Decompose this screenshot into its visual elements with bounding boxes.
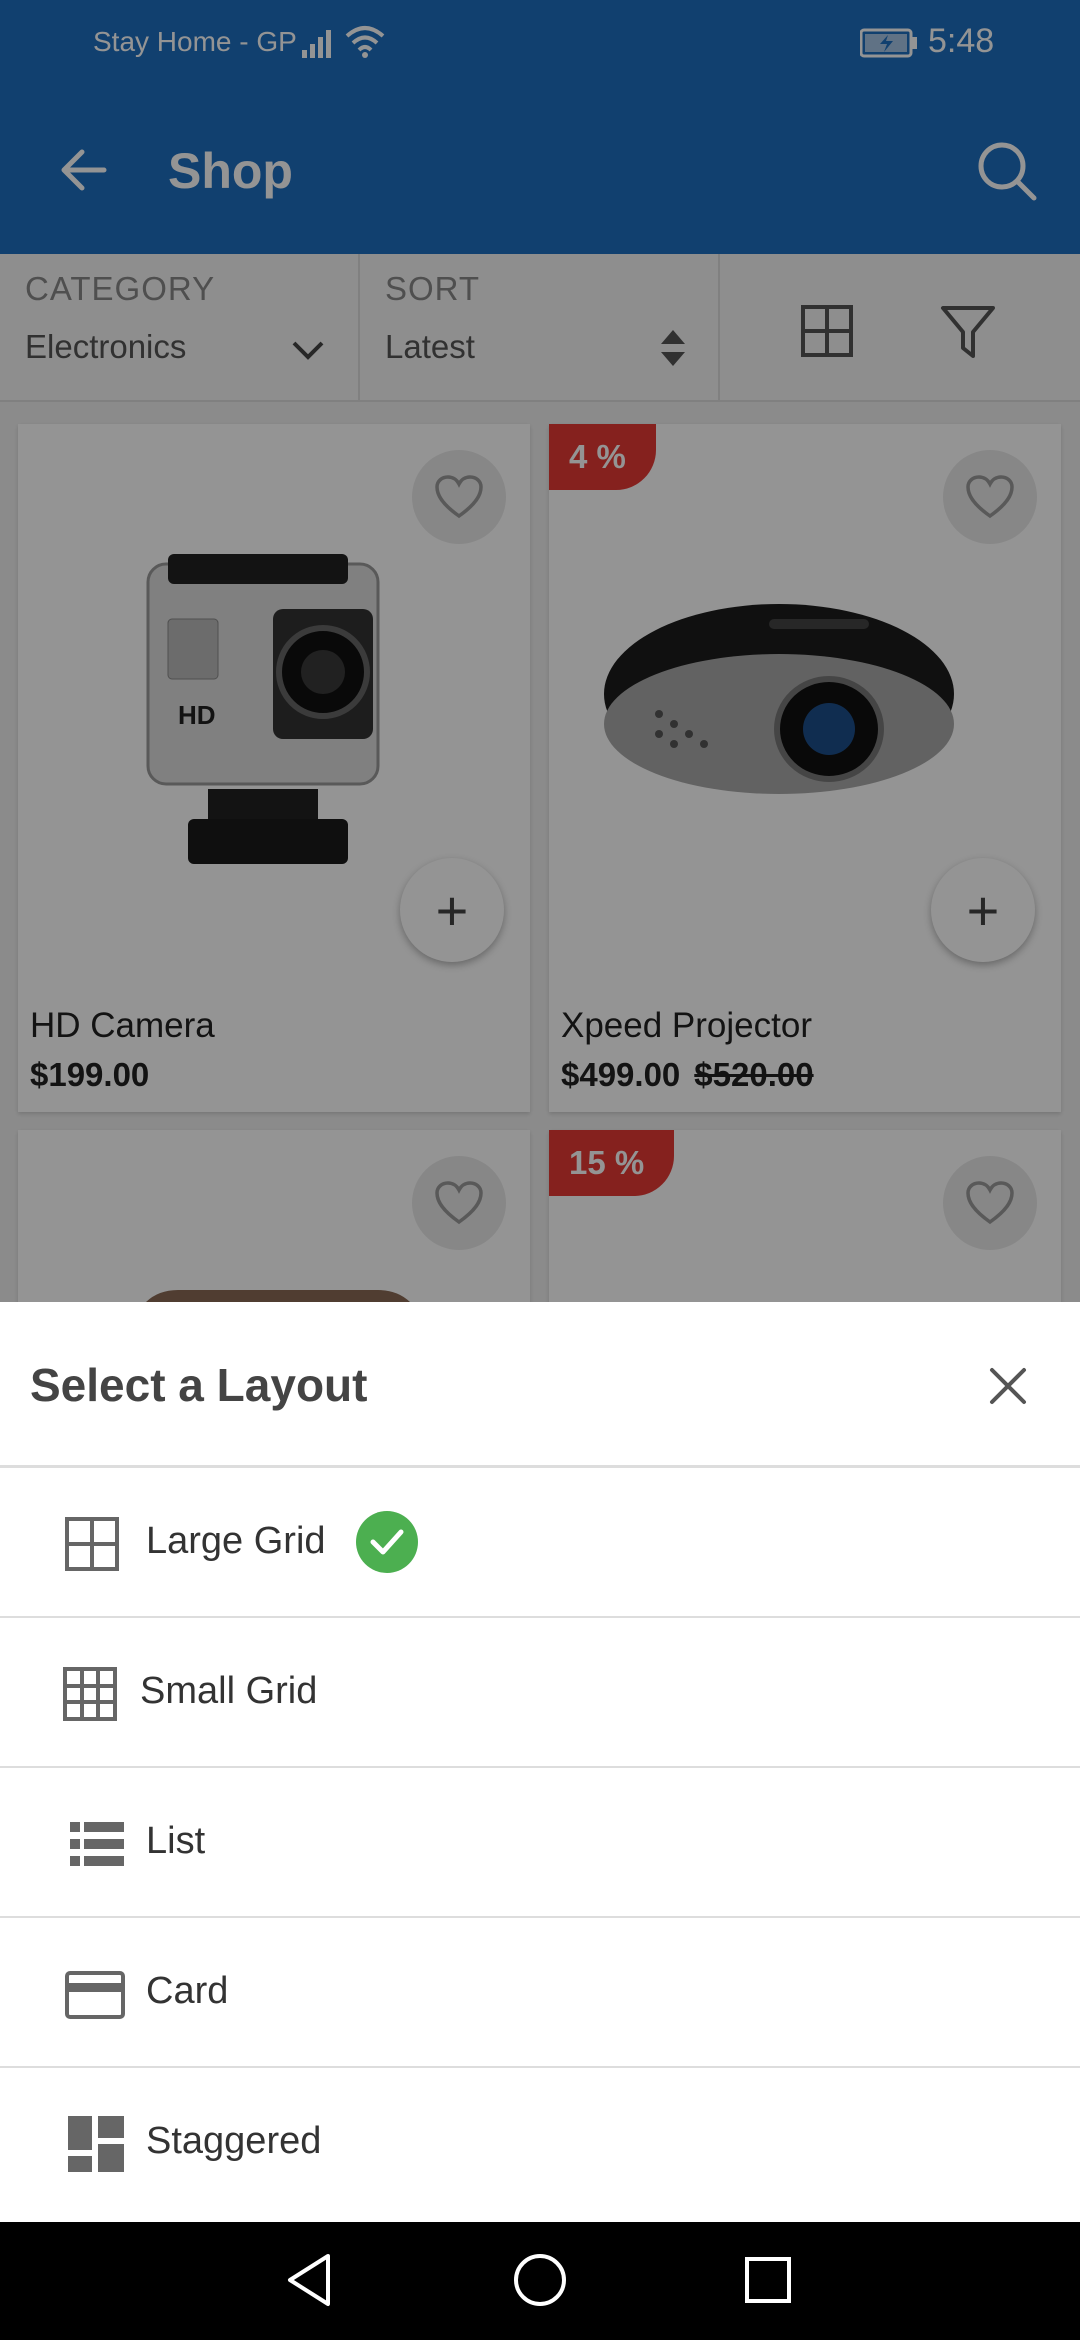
modal-scrim[interactable]: [0, 0, 1080, 1302]
layout-option-large-grid[interactable]: Large Grid: [0, 1468, 1080, 1618]
card-icon: [65, 1971, 125, 2019]
system-nav-bar: [0, 2222, 1080, 2340]
layout-option-small-grid[interactable]: Small Grid: [0, 1618, 1080, 1768]
list-icon: [70, 1822, 124, 1866]
close-icon[interactable]: [986, 1364, 1030, 1408]
selected-check-icon: [356, 1511, 418, 1573]
sheet-header: Select a Layout: [0, 1302, 1080, 1468]
nav-back-icon[interactable]: [284, 2252, 334, 2308]
layout-option-list[interactable]: List: [0, 1768, 1080, 1918]
option-label: Large Grid: [146, 1520, 326, 1562]
option-label: List: [146, 1820, 206, 1862]
staggered-icon: [68, 2116, 124, 2172]
large-grid-icon: [65, 1517, 119, 1571]
layout-bottom-sheet: Select a Layout Large Grid Small Grid Li…: [0, 1302, 1080, 2222]
nav-home-icon[interactable]: [512, 2252, 568, 2308]
nav-recents-icon[interactable]: [744, 2256, 792, 2304]
sheet-title: Select a Layout: [30, 1359, 368, 1411]
option-label: Staggered: [146, 2120, 322, 2162]
layout-option-staggered[interactable]: Staggered: [0, 2068, 1080, 2218]
small-grid-icon: [63, 1667, 117, 1721]
option-label: Small Grid: [140, 1670, 318, 1712]
option-label: Card: [146, 1970, 229, 2012]
layout-option-card[interactable]: Card: [0, 1918, 1080, 2068]
